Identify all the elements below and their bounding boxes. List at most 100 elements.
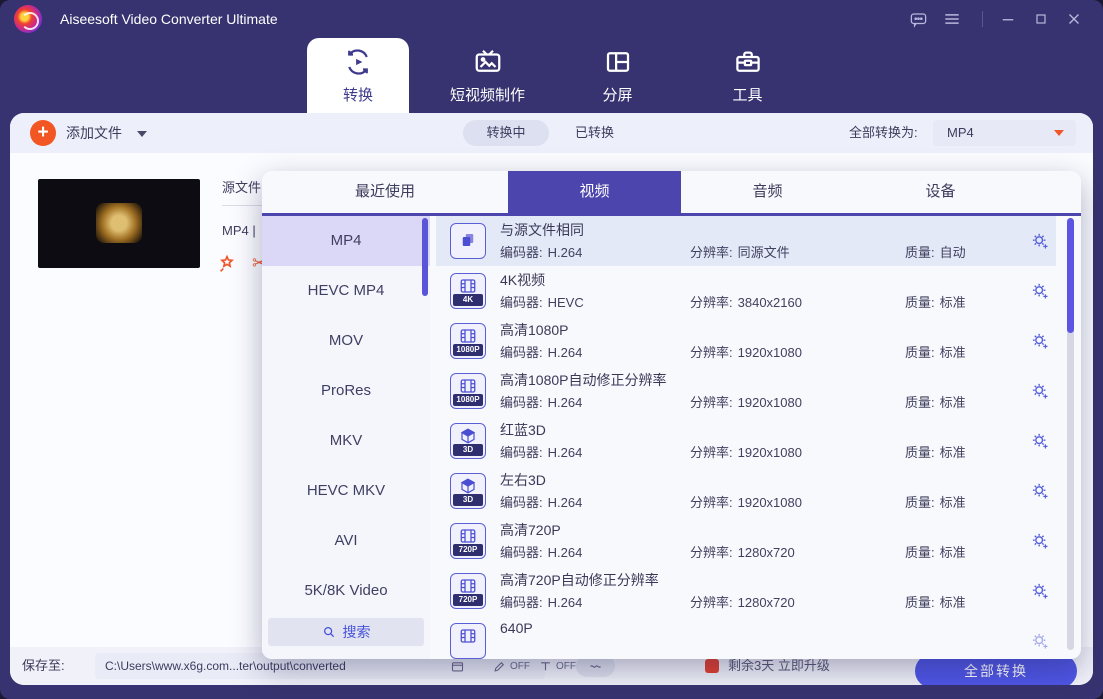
search-label: 搜索	[343, 622, 371, 642]
preset-row-4k[interactable]: 4K 4K视频 编码器:HEVC 分辨率:3840x2160 质量:标准	[436, 266, 1056, 316]
split-screen-icon	[603, 47, 633, 77]
resolution-label: 分辨率:	[690, 245, 733, 260]
sidebar-item-avi[interactable]: AVI	[262, 516, 430, 566]
sidebar-item-5k8k[interactable]: 5K/8K Video	[262, 566, 430, 616]
encoder-label: 编码器:	[500, 245, 543, 260]
sidebar-item-prores[interactable]: ProRes	[262, 366, 430, 416]
preset-list: 与源文件相同 编码器:H.264 分辨率:同源文件 质量:自动 4K 4K视频 …	[436, 216, 1056, 659]
tab-split-screen[interactable]: 分屏	[560, 38, 675, 113]
gear-plus-icon[interactable]	[1030, 531, 1050, 551]
gear-plus-icon[interactable]	[1030, 331, 1050, 351]
resolution-label: 分辨率:	[690, 445, 733, 460]
sidebar-item-mov[interactable]: MOV	[262, 316, 430, 366]
film-icon: 1080P	[450, 373, 486, 409]
preset-title: 高清720P自动修正分辨率	[500, 570, 659, 590]
gear-plus-icon[interactable]	[1030, 631, 1050, 651]
encoder-label: 编码器:	[500, 545, 543, 560]
tab-convert-label: 转换	[343, 84, 373, 105]
resolution-value: 同源文件	[738, 245, 790, 260]
resolution-label: 分辨率:	[690, 495, 733, 510]
sidebar-item-mkv[interactable]: MKV	[262, 416, 430, 466]
quality-value: 标准	[940, 345, 966, 360]
preset-row-1080p[interactable]: 1080P 高清1080P 编码器:H.264 分辨率:1920x1080 质量…	[436, 316, 1056, 366]
gear-plus-icon[interactable]	[1030, 231, 1050, 251]
effects-wand-icon[interactable]	[216, 253, 238, 275]
preset-row-720p-autofix[interactable]: 720P 高清720P自动修正分辨率 编码器:H.264 分辨率:1280x72…	[436, 566, 1056, 616]
gear-plus-icon[interactable]	[1030, 281, 1050, 301]
format-badge: 720P	[453, 544, 483, 556]
gear-plus-icon[interactable]	[1030, 481, 1050, 501]
trial-icon	[705, 659, 719, 673]
maximize-icon[interactable]	[1031, 9, 1051, 29]
tab-converting[interactable]: 转换中	[463, 120, 549, 146]
preset-title: 640P	[500, 620, 533, 636]
close-icon[interactable]	[1064, 9, 1084, 29]
preset-row-640p[interactable]: 640P	[436, 616, 1056, 659]
sidebar-item-hevc-mp4[interactable]: HEVC MP4	[262, 266, 430, 316]
resolution-label: 分辨率:	[690, 295, 733, 310]
tab-split-screen-label: 分屏	[602, 84, 632, 105]
quality-value: 标准	[940, 295, 966, 310]
format-badge: 1080P	[453, 344, 483, 356]
list-scrollbar-thumb[interactable]	[1067, 218, 1074, 333]
add-file-button[interactable]: 添加文件	[66, 113, 122, 153]
panel-tab-recent[interactable]: 最近使用	[298, 171, 472, 213]
toolbar: + 添加文件 转换中 已转换 全部转换为: MP4	[10, 113, 1093, 153]
quality-label: 质量:	[905, 495, 935, 510]
preset-row-same-as-source[interactable]: 与源文件相同 编码器:H.264 分辨率:同源文件 质量:自动	[436, 216, 1056, 266]
source-format-info: MP4 |	[222, 223, 256, 238]
preset-row-sbs-3d[interactable]: 3D 左右3D 编码器:H.264 分辨率:1920x1080 质量:标准	[436, 466, 1056, 516]
preset-title: 红蓝3D	[500, 420, 546, 440]
search-icon	[322, 625, 336, 639]
quality-value: 标准	[940, 495, 966, 510]
resolution-value: 1920x1080	[738, 445, 802, 460]
app-window: Aiseesoft Video Converter Ultimate	[0, 0, 1103, 699]
tab-video-maker-label: 短视频制作	[450, 84, 525, 105]
film-icon: 720P	[450, 523, 486, 559]
sidebar-item-hevc-mkv[interactable]: HEVC MKV	[262, 466, 430, 516]
convert-all-label: 全部转换为:	[849, 113, 918, 153]
tab-converted[interactable]: 已转换	[575, 113, 614, 153]
menu-icon[interactable]	[942, 9, 962, 29]
add-file-caret-icon[interactable]	[137, 131, 147, 137]
output-format-select[interactable]: MP4	[933, 120, 1076, 146]
tab-convert[interactable]: 转换	[307, 38, 409, 113]
quality-label: 质量:	[905, 245, 935, 260]
panel-tab-video[interactable]: 视频	[508, 171, 681, 213]
film-icon: 4K	[450, 273, 486, 309]
quality-label: 质量:	[905, 545, 935, 560]
add-file-icon[interactable]: +	[30, 120, 56, 146]
minimize-icon[interactable]	[998, 9, 1018, 29]
source-file-label: 源文件	[222, 177, 261, 196]
encoder-value: HEVC	[548, 295, 584, 310]
film-icon	[450, 623, 486, 659]
quality-value: 自动	[940, 245, 966, 260]
preset-title: 高清1080P	[500, 320, 568, 340]
tab-video-maker[interactable]: 短视频制作	[420, 38, 555, 113]
feedback-icon[interactable]	[908, 9, 928, 29]
search-button[interactable]: 搜索	[268, 618, 424, 646]
quality-label: 质量:	[905, 445, 935, 460]
tab-toolbox[interactable]: 工具	[690, 38, 805, 113]
sidebar-item-mp4[interactable]: MP4	[262, 216, 430, 266]
preset-row-1080p-autofix[interactable]: 1080P 高清1080P自动修正分辨率 编码器:H.264 分辨率:1920x…	[436, 366, 1056, 416]
preset-title: 高清720P	[500, 520, 561, 540]
panel-tab-audio[interactable]: 音频	[681, 171, 854, 213]
titlebar: Aiseesoft Video Converter Ultimate	[0, 0, 1103, 38]
resolution-value: 1920x1080	[738, 345, 802, 360]
format-badge: 3D	[453, 444, 483, 456]
gear-plus-icon[interactable]	[1030, 381, 1050, 401]
video-thumbnail[interactable]	[38, 179, 200, 268]
preset-row-anaglyph-3d[interactable]: 3D 红蓝3D 编码器:H.264 分辨率:1920x1080 质量:标准	[436, 416, 1056, 466]
gear-plus-icon[interactable]	[1030, 581, 1050, 601]
list-scrollbar-track[interactable]	[1067, 218, 1074, 650]
panel-tab-device[interactable]: 设备	[854, 171, 1027, 213]
preset-row-720p[interactable]: 720P 高清720P 编码器:H.264 分辨率:1280x720 质量:标准	[436, 516, 1056, 566]
gear-plus-icon[interactable]	[1030, 431, 1050, 451]
copy-icon	[450, 223, 486, 259]
resolution-value: 1920x1080	[738, 495, 802, 510]
sidebar-scrollbar[interactable]	[422, 218, 428, 296]
cube-3d-icon: 3D	[450, 423, 486, 459]
quality-value: 标准	[940, 395, 966, 410]
encoder-value: H.264	[548, 245, 583, 260]
